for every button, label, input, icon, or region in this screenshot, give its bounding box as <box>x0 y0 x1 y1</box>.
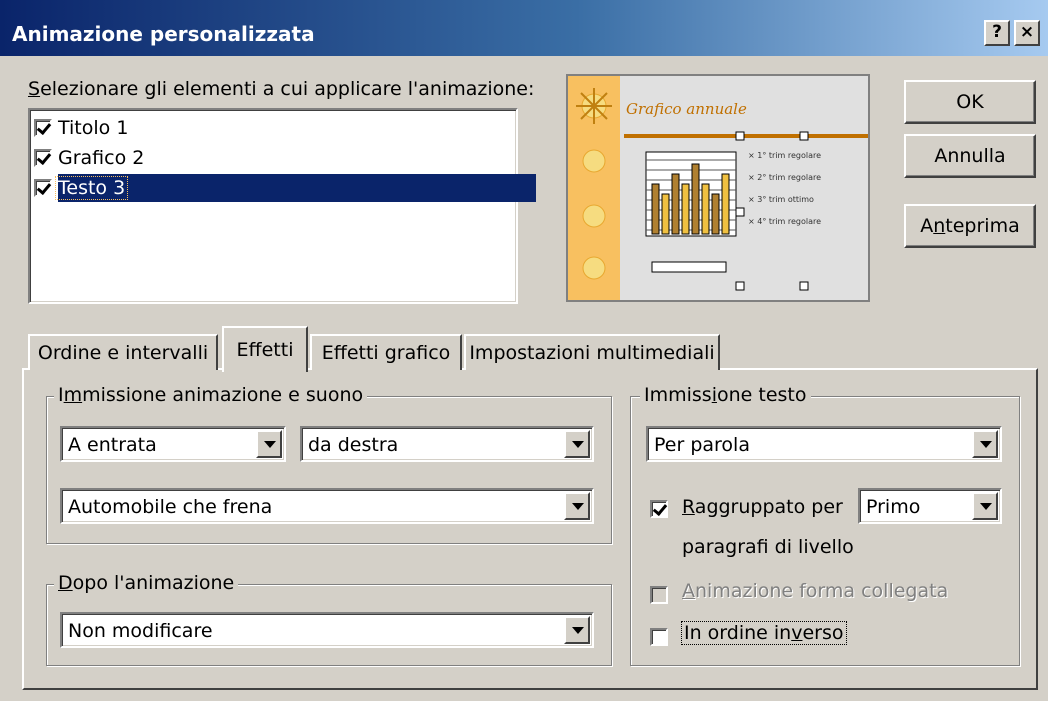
preview-button[interactable]: Anteprima <box>904 204 1036 248</box>
list-item[interactable]: Testo 3 <box>34 174 129 202</box>
chevron-down-icon[interactable] <box>564 616 590 644</box>
level-value: Primo <box>866 496 921 518</box>
sun-icon <box>582 149 606 173</box>
sun-icon <box>582 256 606 280</box>
chart-bar <box>721 173 730 235</box>
help-button[interactable]: ? <box>984 20 1010 46</box>
chevron-down-icon[interactable] <box>256 430 282 458</box>
chart-bar <box>661 193 670 235</box>
list-item-label: Testo 3 <box>54 176 129 200</box>
text-entry-group-label: Immissione testo <box>640 384 811 406</box>
title-bar: Animazione personalizzata ? × <box>0 0 1048 56</box>
reverse-order-label: In ordine inverso <box>681 621 847 645</box>
after-animation-dropdown[interactable]: Non modificare <box>60 612 594 648</box>
sound-dropdown[interactable]: Automobile che frena <box>60 488 594 524</box>
slide-title: Grafico annuale <box>626 100 747 118</box>
effect-value: A entrata <box>68 434 157 456</box>
text-mode-value: Per parola <box>654 434 750 456</box>
close-button[interactable]: × <box>1014 20 1040 46</box>
chevron-down-icon[interactable] <box>564 430 590 458</box>
chart-bar <box>691 163 700 235</box>
list-item[interactable]: Grafico 2 <box>34 144 146 172</box>
tab-multimedia-settings[interactable]: Impostazioni multimediali <box>464 334 720 370</box>
slide-bullet: × 3° trim ottimo <box>748 195 814 204</box>
elements-list-label: Selezionare gli elementi a cui applicare… <box>28 78 534 100</box>
chevron-down-icon[interactable] <box>972 492 998 520</box>
slide-preview-image: Grafico annuale × 1° trim regolare × 2° t… <box>568 76 868 300</box>
slide-preview: Grafico annuale × 1° trim regolare × 2° t… <box>566 74 870 302</box>
list-item-selected-bg <box>58 174 536 202</box>
window-title: Animazione personalizzata <box>12 22 315 46</box>
slide-bullet: × 1° trim regolare <box>748 151 821 160</box>
checkbox[interactable] <box>34 149 52 167</box>
reverse-order-checkbox-wrap[interactable] <box>650 625 668 647</box>
grouped-label: Raggruppato per <box>682 496 843 518</box>
checkbox[interactable] <box>34 179 52 197</box>
elements-list-label-text: Selezionare gli elementi a cui applicare… <box>28 78 535 100</box>
reverse-order-checkbox[interactable] <box>650 627 668 646</box>
list-item-label: Grafico 2 <box>58 147 145 169</box>
attached-shape-checkbox <box>650 585 668 604</box>
checkbox[interactable] <box>34 119 52 137</box>
chart-bar <box>651 183 660 235</box>
list-item[interactable]: Titolo 1 <box>34 114 130 142</box>
after-animation-group-label: Dopo l'animazione <box>54 572 239 594</box>
grouped-checkbox[interactable] <box>650 499 668 518</box>
level-suffix-label: paragrafi di livello <box>682 536 854 558</box>
elements-list[interactable]: Titolo 1 Grafico 2 Testo 3 <box>28 108 536 304</box>
entry-animation-group-label: Immissione animazione e suono <box>54 384 368 406</box>
slide-bullet: × 2° trim regolare <box>748 173 821 182</box>
cancel-button[interactable]: Annulla <box>904 134 1036 178</box>
grouped-checkbox-wrap[interactable] <box>650 497 668 519</box>
direction-dropdown[interactable]: da destra <box>300 426 594 462</box>
slide-bullet: × 4° trim regolare <box>748 217 821 226</box>
sound-value: Automobile che frena <box>68 496 273 518</box>
tab-order-timing[interactable]: Ordine e intervalli <box>28 334 218 370</box>
list-item-label: Titolo 1 <box>58 117 129 139</box>
level-dropdown[interactable]: Primo <box>858 488 1002 524</box>
chevron-down-icon[interactable] <box>564 492 590 520</box>
attached-shape-checkbox-wrap <box>650 583 668 605</box>
direction-value: da destra <box>308 434 399 456</box>
tab-chart-effects[interactable]: Effetti grafico <box>310 334 462 370</box>
ok-button[interactable]: OK <box>904 80 1036 124</box>
tab-effects[interactable]: Effetti <box>222 326 308 372</box>
chart-bar <box>701 183 710 235</box>
text-mode-dropdown[interactable]: Per parola <box>646 426 1002 462</box>
chart-bar <box>671 173 680 235</box>
sun-icon <box>582 204 606 228</box>
attached-shape-label: Animazione forma collegata <box>682 580 949 602</box>
chart-bar <box>711 193 720 235</box>
after-animation-value: Non modificare <box>68 620 213 642</box>
chevron-down-icon[interactable] <box>972 430 998 458</box>
chart-bar <box>681 183 690 235</box>
effect-dropdown[interactable]: A entrata <box>60 426 286 462</box>
